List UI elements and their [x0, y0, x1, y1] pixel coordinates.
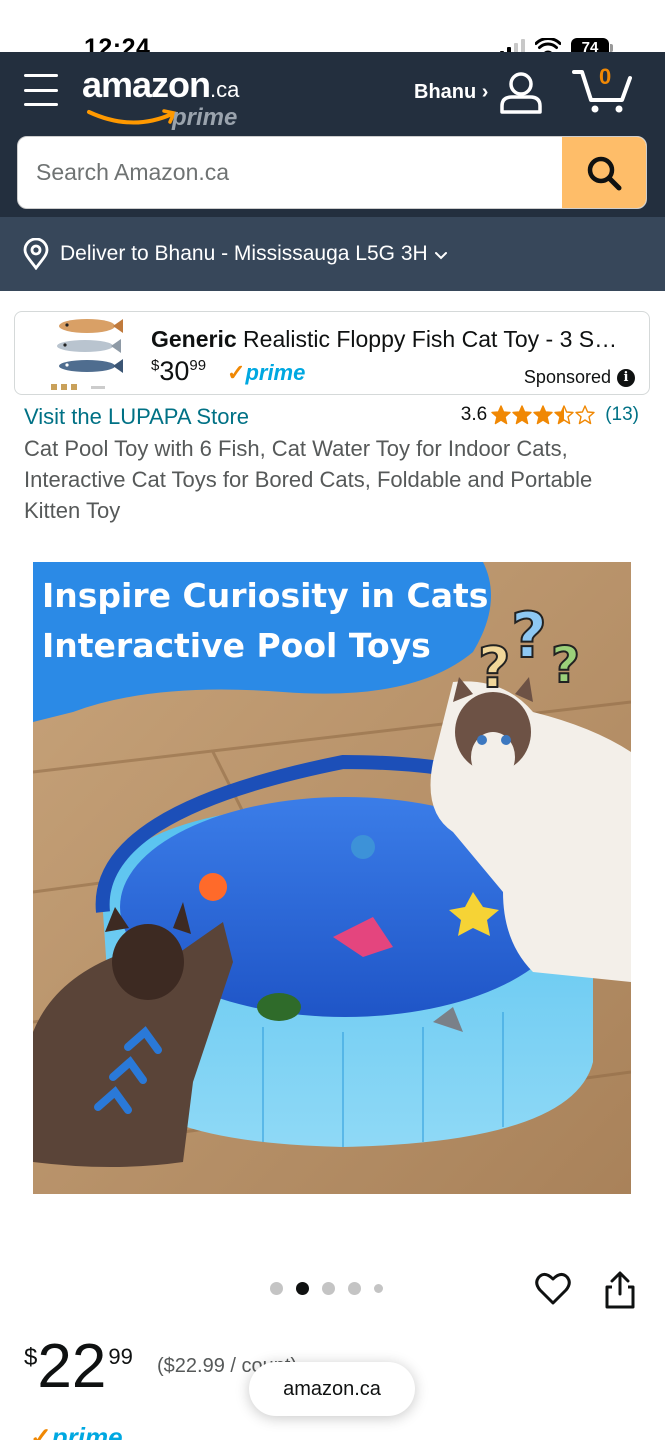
info-icon: i [617, 368, 635, 387]
product-rating[interactable]: 3.6 (13) [461, 404, 639, 426]
user-icon[interactable] [498, 70, 544, 114]
svg-text:?: ? [478, 636, 510, 701]
account-link[interactable]: Bhanu › [414, 81, 488, 104]
search-bar [17, 136, 647, 209]
carousel-dot[interactable] [348, 1282, 361, 1295]
delivery-location-bar[interactable]: Deliver to Bhanu - Mississauga L5G 3H [0, 217, 665, 291]
logo-suffix: .ca [210, 77, 240, 102]
status-bar: 12:24 74 [0, 0, 665, 62]
search-input[interactable] [18, 137, 564, 208]
price-whole: 22 [37, 1332, 107, 1401]
heart-icon[interactable] [534, 1270, 572, 1308]
image-carousel-dots[interactable] [270, 1282, 383, 1295]
search-icon [587, 156, 622, 190]
search-button[interactable] [562, 137, 646, 208]
chevron-down-icon [434, 252, 447, 260]
product-title: Cat Pool Toy with 6 Fish, Cat Water Toy … [24, 436, 593, 523]
rating-stars [491, 405, 595, 425]
prime-badge: ✓prime [30, 1422, 123, 1440]
star-icon [512, 405, 532, 425]
sponsored-product-thumbnail [51, 319, 123, 390]
rating-count: (13) [605, 404, 639, 425]
sponsored-product-title: Generic Realistic Floppy Fish Cat Toy - … [151, 326, 631, 353]
product-image[interactable]: Inspire Curiosity in Cats Interactive Po… [33, 562, 631, 1194]
rating-value: 3.6 [460, 404, 488, 425]
sponsored-product-card[interactable]: Generic Realistic Floppy Fish Cat Toy - … [14, 311, 650, 395]
carousel-dot[interactable] [270, 1282, 283, 1295]
price-fraction: 99 [108, 1344, 133, 1369]
location-pin-icon [23, 238, 49, 270]
svg-text:?: ? [551, 636, 580, 694]
carousel-dot[interactable] [374, 1284, 383, 1293]
star-icon [554, 405, 574, 425]
star-icon [575, 405, 595, 425]
store-link[interactable]: Visit the LUPAPA Store [24, 404, 249, 430]
image-banner-line2: Interactive Pool Toys [42, 626, 431, 665]
amazon-logo[interactable]: amazon.ca prime [82, 64, 240, 131]
sponsored-label[interactable]: Sponsored i [524, 367, 635, 388]
delivery-location-text: Deliver to Bhanu - Mississauga L5G 3H [60, 242, 428, 265]
sponsored-brand: Generic [151, 326, 237, 352]
cart-count: 0 [599, 64, 612, 89]
image-banner-line1: Inspire Curiosity in Cats [42, 576, 488, 615]
product-photo-illustration: Inspire Curiosity in Cats Interactive Po… [33, 562, 631, 1194]
url-toast[interactable]: amazon.ca [249, 1362, 415, 1416]
logo-prime: prime [172, 104, 238, 131]
menu-icon[interactable] [24, 74, 58, 106]
star-icon [533, 405, 553, 425]
svg-text:?: ? [511, 599, 547, 672]
share-icon[interactable] [602, 1270, 638, 1310]
star-icon [491, 405, 511, 425]
logo-text: amazon [82, 64, 211, 105]
sponsored-prime-badge: ✓prime [227, 360, 306, 385]
cart-button[interactable]: 0 [572, 64, 632, 114]
sponsored-price: $3099 [151, 356, 207, 386]
carousel-dot[interactable] [296, 1282, 309, 1295]
product-price: $ 22 99 [24, 1332, 133, 1402]
price-symbol: $ [24, 1344, 38, 1371]
app-header: amazon.ca prime Bhanu › 0 [0, 52, 665, 217]
carousel-dot[interactable] [322, 1282, 335, 1295]
logo-smile-icon [87, 109, 177, 125]
sponsored-title-text: Realistic Floppy Fish Cat Toy - 3 S… [236, 326, 618, 352]
